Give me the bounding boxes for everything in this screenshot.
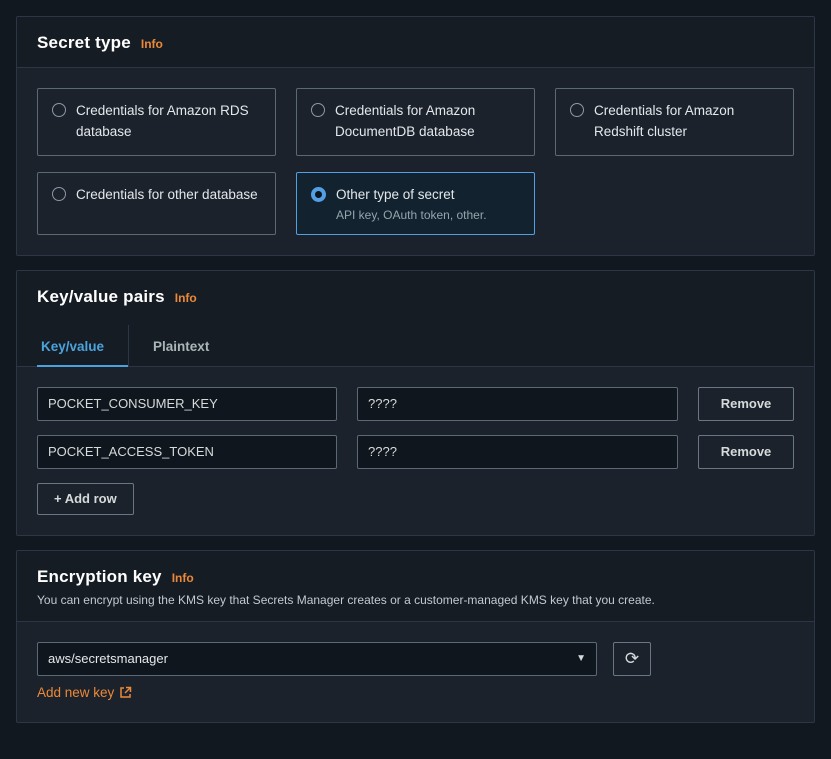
- radio-icon[interactable]: [52, 187, 66, 201]
- key-value-pairs-title: Key/value pairs: [37, 287, 165, 307]
- key-value-row: Remove: [37, 387, 794, 421]
- encryption-key-header: Encryption key Info You can encrypt usin…: [17, 551, 814, 622]
- secret-type-options: Credentials for Amazon RDS database Cred…: [37, 88, 794, 235]
- radio-tile-rds[interactable]: Credentials for Amazon RDS database: [37, 88, 276, 156]
- secret-type-header: Secret type Info: [17, 17, 814, 68]
- secret-type-card: Secret type Info Credentials for Amazon …: [16, 16, 815, 256]
- secret-key-input[interactable]: [37, 435, 337, 469]
- key-value-pairs-card: Key/value pairs Info Key/value Plaintext…: [16, 270, 815, 536]
- secret-type-info-link[interactable]: Info: [141, 37, 163, 51]
- remove-row-button[interactable]: Remove: [698, 435, 794, 469]
- encryption-key-card: Encryption key Info You can encrypt usin…: [16, 550, 815, 723]
- key-value-tabs: Key/value Plaintext: [17, 325, 814, 367]
- key-value-row: Remove: [37, 435, 794, 469]
- secret-type-title: Secret type: [37, 33, 131, 53]
- refresh-button[interactable]: ⟳: [613, 642, 651, 676]
- secret-value-input[interactable]: [357, 387, 678, 421]
- encryption-key-description: You can encrypt using the KMS key that S…: [37, 593, 794, 607]
- radio-tile-label: Credentials for Amazon Redshift cluster: [594, 101, 779, 143]
- add-new-key-label: Add new key: [37, 685, 114, 700]
- secret-key-input[interactable]: [37, 387, 337, 421]
- radio-tile-documentdb[interactable]: Credentials for Amazon DocumentDB databa…: [296, 88, 535, 156]
- radio-icon[interactable]: [570, 103, 584, 117]
- key-value-pairs-info-link[interactable]: Info: [175, 291, 197, 305]
- radio-tile-redshift[interactable]: Credentials for Amazon Redshift cluster: [555, 88, 794, 156]
- refresh-icon: ⟳: [625, 650, 639, 667]
- radio-icon[interactable]: [52, 103, 66, 117]
- key-value-pairs-header: Key/value pairs Info: [17, 271, 814, 325]
- radio-tile-description: API key, OAuth token, other.: [336, 208, 487, 222]
- radio-icon[interactable]: [311, 103, 325, 117]
- key-value-body: Remove Remove + Add row: [17, 367, 814, 535]
- remove-row-button[interactable]: Remove: [698, 387, 794, 421]
- secret-value-input[interactable]: [357, 435, 678, 469]
- chevron-down-icon: ▼: [576, 653, 586, 664]
- radio-tile-label: Credentials for Amazon DocumentDB databa…: [335, 101, 520, 143]
- secret-type-body: Credentials for Amazon RDS database Cred…: [17, 68, 814, 255]
- encryption-key-info-link[interactable]: Info: [172, 571, 194, 585]
- radio-tile-other-secret[interactable]: Other type of secret API key, OAuth toke…: [296, 172, 535, 235]
- radio-tile-label: Credentials for other database: [76, 185, 258, 222]
- radio-tile-label: Credentials for Amazon RDS database: [76, 101, 261, 143]
- tab-plaintext[interactable]: Plaintext: [128, 325, 213, 366]
- kms-key-selected-value: aws/secretsmanager: [48, 651, 168, 666]
- radio-tile-other-database[interactable]: Credentials for other database: [37, 172, 276, 235]
- external-link-icon: [119, 686, 132, 699]
- encryption-key-body: aws/secretsmanager ▼ ⟳ Add new key: [17, 622, 814, 722]
- radio-tile-label: Other type of secret: [336, 187, 455, 202]
- add-row-button[interactable]: + Add row: [37, 483, 134, 515]
- radio-selected-icon[interactable]: [311, 187, 326, 202]
- tab-key-value[interactable]: Key/value: [37, 325, 128, 366]
- encryption-key-title: Encryption key: [37, 567, 162, 587]
- add-new-key-link[interactable]: Add new key: [37, 685, 132, 700]
- kms-key-select[interactable]: aws/secretsmanager ▼: [37, 642, 597, 676]
